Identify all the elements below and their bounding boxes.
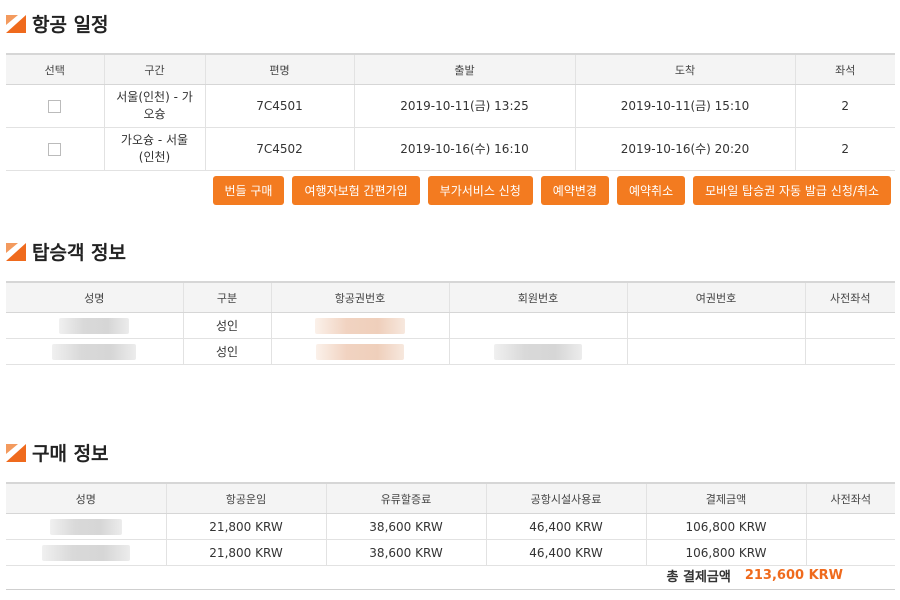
flight-number-cell: 7C4502	[204, 127, 354, 171]
col-header-name: 성명	[6, 281, 183, 313]
member-number-cell	[448, 338, 627, 365]
fuel-surcharge-cell: 38,600 KRW	[325, 513, 486, 540]
seats-cell: 2	[794, 127, 895, 171]
col-header-fuel-surcharge: 유류할증료	[325, 482, 486, 514]
table-row: 서울(인천) - 가오슝 7C4501 2019-10-11(금) 13:25 …	[6, 84, 895, 128]
bottom-divider	[6, 589, 895, 590]
purchase-info-title: 구매 정보	[6, 439, 109, 466]
pre-seat-cell	[805, 539, 895, 566]
arrive-cell: 2019-10-11(금) 15:10	[574, 84, 795, 128]
route-cell: 서울(인천) - 가오슝	[103, 84, 205, 128]
blurred-name	[52, 343, 137, 360]
action-button-row: 번들 구매 여행자보험 간편가입 부가서비스 신청 예약변경 예약취소 모바일 …	[212, 176, 891, 205]
passenger-info-title-text: 탑승객 정보	[32, 242, 127, 264]
col-header-pre-seat: 사전좌석	[805, 482, 895, 514]
col-header-seats: 좌석	[794, 53, 895, 85]
blurred-name	[41, 544, 130, 561]
blurred-member-number	[494, 343, 582, 360]
table-row: 21,800 KRW 38,600 KRW 46,400 KRW 106,800…	[6, 513, 895, 540]
route-cell: 가오슝 - 서울(인천)	[103, 127, 205, 171]
blurred-name	[49, 518, 122, 535]
depart-cell: 2019-10-16(수) 16:10	[353, 127, 575, 171]
select-cell	[6, 84, 104, 128]
orange-flag-icon	[6, 443, 26, 462]
name-cell	[6, 539, 166, 566]
passenger-info-title: 탑승객 정보	[6, 238, 126, 265]
total-payment-label: 총 결제금액	[666, 570, 731, 585]
col-header-payment-amount: 결제금액	[645, 482, 806, 514]
name-cell	[6, 312, 183, 339]
col-header-flight: 편명	[204, 53, 354, 85]
pre-seat-cell	[805, 513, 895, 540]
col-header-pre-seat: 사전좌석	[804, 281, 895, 313]
name-cell	[6, 513, 166, 540]
member-number-cell	[448, 312, 627, 339]
col-header-arrive: 도착	[574, 53, 795, 85]
name-cell	[6, 338, 183, 365]
table-row: 성인	[6, 312, 895, 339]
flight-select-checkbox[interactable]	[48, 142, 62, 156]
type-cell: 성인	[182, 312, 271, 339]
type-cell: 성인	[182, 338, 271, 365]
passport-number-cell	[626, 338, 805, 365]
purchase-table: 성명 항공운임 유류할증료 공항시설사용료 결제금액 사전좌석 21,800 K…	[6, 482, 895, 566]
fuel-surcharge-cell: 38,600 KRW	[325, 539, 486, 566]
airport-fee-cell: 46,400 KRW	[485, 513, 646, 540]
blurred-name	[59, 317, 130, 334]
col-header-airport-fee: 공항시설사용료	[485, 482, 646, 514]
total-payment-amount: 213,600 KRW	[744, 568, 843, 583]
blurred-ticket-number	[315, 317, 405, 334]
air-fare-cell: 21,800 KRW	[165, 513, 326, 540]
arrive-cell: 2019-10-16(수) 20:20	[574, 127, 795, 171]
flight-schedule-title: 항공 일정	[6, 10, 109, 37]
extra-services-button[interactable]: 부가서비스 신청	[427, 176, 533, 205]
table-row: 가오슝 - 서울(인천) 7C4502 2019-10-16(수) 16:10 …	[6, 127, 895, 171]
col-header-type: 구분	[182, 281, 271, 313]
travel-insurance-button[interactable]: 여행자보험 간편가입	[292, 176, 420, 205]
ticket-number-cell	[270, 312, 449, 339]
table-header-row: 성명 구분 항공권번호 회원번호 여권번호 사전좌석	[6, 281, 895, 313]
passenger-table: 성명 구분 항공권번호 회원번호 여권번호 사전좌석 성인 성인	[6, 281, 895, 365]
pre-seat-cell	[804, 338, 895, 365]
blurred-ticket-number	[316, 343, 404, 360]
flight-schedule-table: 선택 구간 편명 출발 도착 좌석 서울(인천) - 가오슝 7C4501 20…	[6, 53, 895, 171]
col-header-air-fare: 항공운임	[165, 482, 326, 514]
col-header-select: 선택	[6, 53, 104, 85]
col-header-route: 구간	[103, 53, 205, 85]
col-header-ticket-number: 항공권번호	[270, 281, 449, 313]
table-row: 성인	[6, 338, 895, 365]
col-header-member-number: 회원번호	[448, 281, 627, 313]
col-header-passport-number: 여권번호	[626, 281, 805, 313]
depart-cell: 2019-10-11(금) 13:25	[353, 84, 575, 128]
payment-amount-cell: 106,800 KRW	[645, 513, 806, 540]
change-reservation-button[interactable]: 예약변경	[540, 176, 609, 205]
table-header-row: 선택 구간 편명 출발 도착 좌석	[6, 53, 895, 85]
flight-number-cell: 7C4501	[204, 84, 354, 128]
table-header-row: 성명 항공운임 유류할증료 공항시설사용료 결제금액 사전좌석	[6, 482, 895, 514]
bundle-purchase-button[interactable]: 번들 구매	[212, 176, 285, 205]
select-cell	[6, 127, 104, 171]
purchase-info-title-text: 구매 정보	[32, 443, 109, 465]
cancel-reservation-button[interactable]: 예약취소	[616, 176, 686, 205]
airport-fee-cell: 46,400 KRW	[485, 539, 646, 566]
col-header-depart: 출발	[353, 53, 575, 85]
seats-cell: 2	[794, 84, 895, 128]
payment-amount-cell: 106,800 KRW	[645, 539, 806, 566]
orange-flag-icon	[6, 242, 26, 261]
flight-schedule-title-text: 항공 일정	[32, 14, 109, 36]
mobile-boarding-pass-button[interactable]: 모바일 탑승권 자동 발급 신청/취소	[693, 176, 891, 205]
ticket-number-cell	[270, 338, 449, 365]
table-row: 21,800 KRW 38,600 KRW 46,400 KRW 106,800…	[6, 539, 895, 566]
pre-seat-cell	[804, 312, 895, 339]
total-payment: 총 결제금액 213,600 KRW	[667, 566, 844, 585]
col-header-name: 성명	[6, 482, 166, 514]
air-fare-cell: 21,800 KRW	[165, 539, 326, 566]
passport-number-cell	[626, 312, 805, 339]
orange-flag-icon	[6, 14, 26, 33]
flight-select-checkbox[interactable]	[48, 99, 62, 113]
